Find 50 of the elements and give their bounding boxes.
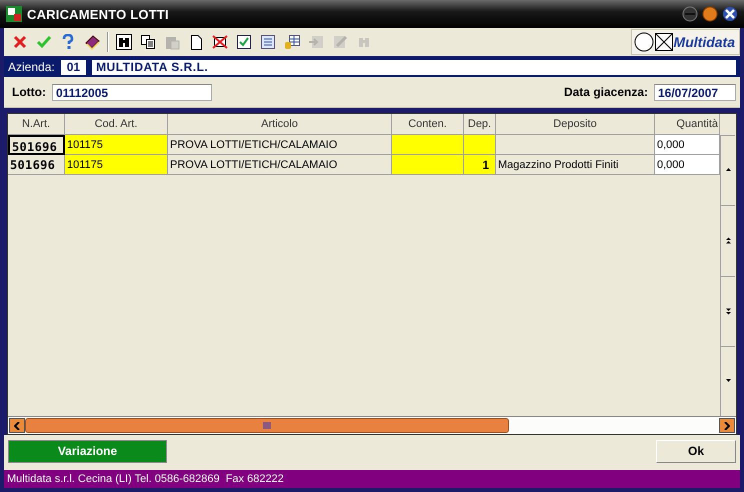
cancel-icon[interactable] [12,34,28,50]
table-cell: 101175 [65,135,168,155]
brand-logo: Multidata [674,34,735,50]
grip-icon [262,422,272,429]
column-header[interactable]: Dep. [464,114,496,135]
stock-date-field[interactable]: 16/07/2007 [654,84,736,100]
window-title: CARICAMENTO LOTTI [27,6,170,22]
company-name: MULTIDATA S.R.L. [92,60,736,74]
circle-icon [634,32,654,52]
table-cell: 1 [464,155,496,175]
minimize-button[interactable] [682,6,698,22]
table-cell: 101175 [65,155,168,175]
cross-box-icon [654,33,673,51]
delete-icon[interactable] [212,34,228,50]
scroll-left-button[interactable] [9,418,25,433]
table-cell: Magazzino Prodotti Finiti [496,155,655,175]
column-header[interactable]: Cod. Art. [65,114,168,135]
lot-label: Lotto: [12,85,46,99]
copy-icon[interactable] [140,34,156,50]
app-icon [6,6,22,22]
help-icon[interactable] [60,34,76,50]
book-icon[interactable] [84,34,100,50]
double-down-arrow-icon [724,308,732,315]
stock-date-label: Data giacenza: [564,85,648,99]
scroll-right-button[interactable] [719,418,735,433]
document-icon[interactable] [188,34,204,50]
check-icon[interactable] [36,34,52,50]
column-header[interactable]: Conten. [392,114,464,135]
table-cell: 501696 [8,135,65,155]
quantity-field[interactable]: 0,000 [655,135,720,155]
checkbox-icon[interactable] [236,34,252,50]
table-cell: PROVA LOTTI/ETICH/CALAMAIO [168,135,392,155]
column-header[interactable]: Articolo [168,114,392,135]
quantity-field[interactable]: 0,000 [655,155,720,175]
company-code: 01 [60,60,86,74]
lot-field[interactable]: 01112005 [52,84,212,100]
table-cell: PROVA LOTTI/ETICH/CALAMAIO [168,155,392,175]
company-label: Azienda: [8,60,55,74]
scrollbar-thumb[interactable] [25,418,509,433]
variation-button[interactable]: Variazione [8,440,167,462]
maximize-button[interactable] [702,6,718,22]
column-header[interactable]: N.Art. [8,114,65,135]
double-up-arrow-icon [724,237,732,244]
table-icon[interactable] [284,34,300,50]
column-header[interactable]: Deposito [496,114,655,135]
close-button[interactable] [722,6,738,22]
column-header[interactable]: Quantità [655,114,720,135]
ok-button[interactable]: Ok [656,440,736,462]
status-bar: Multidata s.r.l. Cecina (LI) Tel. 0586-682869 Fax 682222 [4,470,740,488]
list-icon[interactable] [260,34,276,50]
